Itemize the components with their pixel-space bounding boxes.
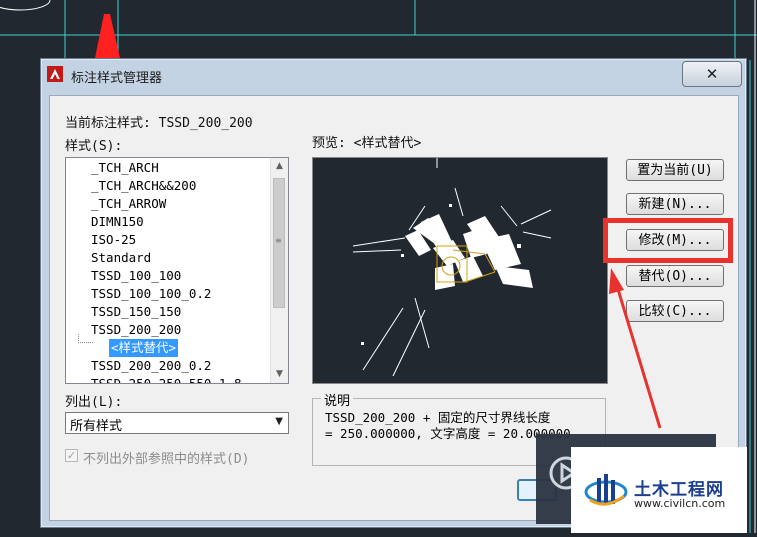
civilcn-logo-icon <box>584 474 628 506</box>
watermark-url: www.civilcn.com <box>634 497 726 510</box>
